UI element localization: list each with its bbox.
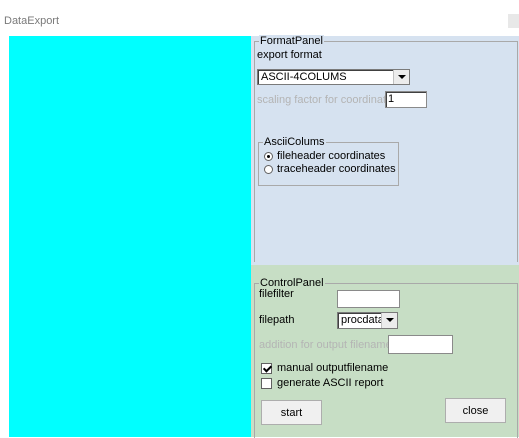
control-panel-background: ControlPanel filefilter filepath procdat…: [251, 265, 519, 438]
window-title: DataExport: [4, 15, 60, 27]
chevron-down-icon[interactable]: [381, 313, 397, 328]
generate-ascii-report-checkbox[interactable]: [261, 378, 272, 389]
export-format-value: ASCII-4COLUMS: [261, 71, 347, 83]
start-button-label: start: [280, 406, 303, 419]
scaling-factor-value: 1: [388, 93, 395, 105]
export-format-label: export format: [257, 49, 322, 61]
addition-filename-input[interactable]: [388, 335, 453, 354]
manual-outputfilename-checkbox[interactable]: [261, 363, 272, 374]
manual-outputfilename-label: manual outputfilename: [277, 362, 389, 374]
scaling-factor-input[interactable]: 1: [385, 91, 427, 108]
filefilter-input[interactable]: [337, 290, 400, 308]
export-format-select[interactable]: ASCII-4COLUMS: [257, 69, 410, 85]
fileheader-coordinates-label: fileheader coordinates: [277, 150, 386, 162]
preview-area: [9, 36, 251, 437]
ascii-columns-title: AsciiColums: [263, 136, 326, 148]
filepath-select[interactable]: procdata: [337, 312, 398, 329]
chevron-down-icon[interactable]: [393, 70, 409, 84]
generate-ascii-report-label: generate ASCII report: [277, 377, 384, 389]
title-bar: DataExport: [0, 0, 519, 36]
scaling-factor-label: scaling factor for coordinates:: [257, 94, 401, 106]
traceheader-coordinates-label: traceheader coordinates: [277, 163, 396, 175]
filepath-value: procdata: [341, 314, 384, 326]
close-button-label: close: [462, 404, 489, 417]
fileheader-coordinates-radio[interactable]: [264, 152, 273, 161]
filepath-label: filepath: [259, 314, 295, 326]
traceheader-coordinates-radio[interactable]: [264, 165, 273, 174]
format-panel-background: FormatPanel export format ASCII-4COLUMS …: [251, 35, 519, 265]
start-button[interactable]: start: [261, 400, 322, 425]
close-button[interactable]: close: [445, 398, 506, 423]
window-control-button[interactable]: [508, 14, 519, 28]
filefilter-label: filefilter: [259, 288, 294, 300]
addition-filename-label: addition for output filename:: [259, 339, 395, 351]
format-panel-title: FormatPanel: [259, 35, 324, 47]
